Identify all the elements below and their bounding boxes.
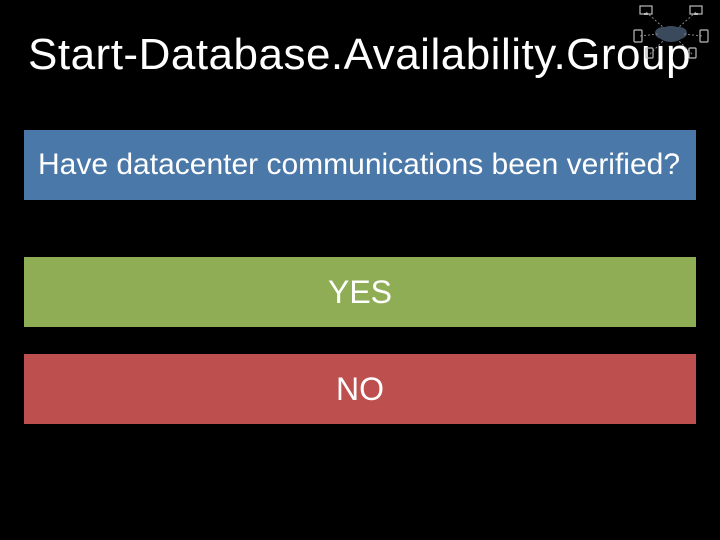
no-button-label: NO bbox=[336, 371, 384, 408]
no-button[interactable]: NO bbox=[22, 352, 698, 426]
question-text: Have datacenter communications been veri… bbox=[38, 148, 680, 182]
yes-button-label: YES bbox=[328, 274, 392, 311]
question-panel: Have datacenter communications been veri… bbox=[22, 128, 698, 202]
network-icon bbox=[632, 4, 710, 60]
title-text: Start-Database.Availability.Group bbox=[28, 30, 691, 79]
page-title: Start-Database.Availability.Group bbox=[28, 30, 691, 80]
yes-button[interactable]: YES bbox=[22, 255, 698, 329]
slide-stage: Start-Database.Availability.Group bbox=[0, 0, 720, 540]
